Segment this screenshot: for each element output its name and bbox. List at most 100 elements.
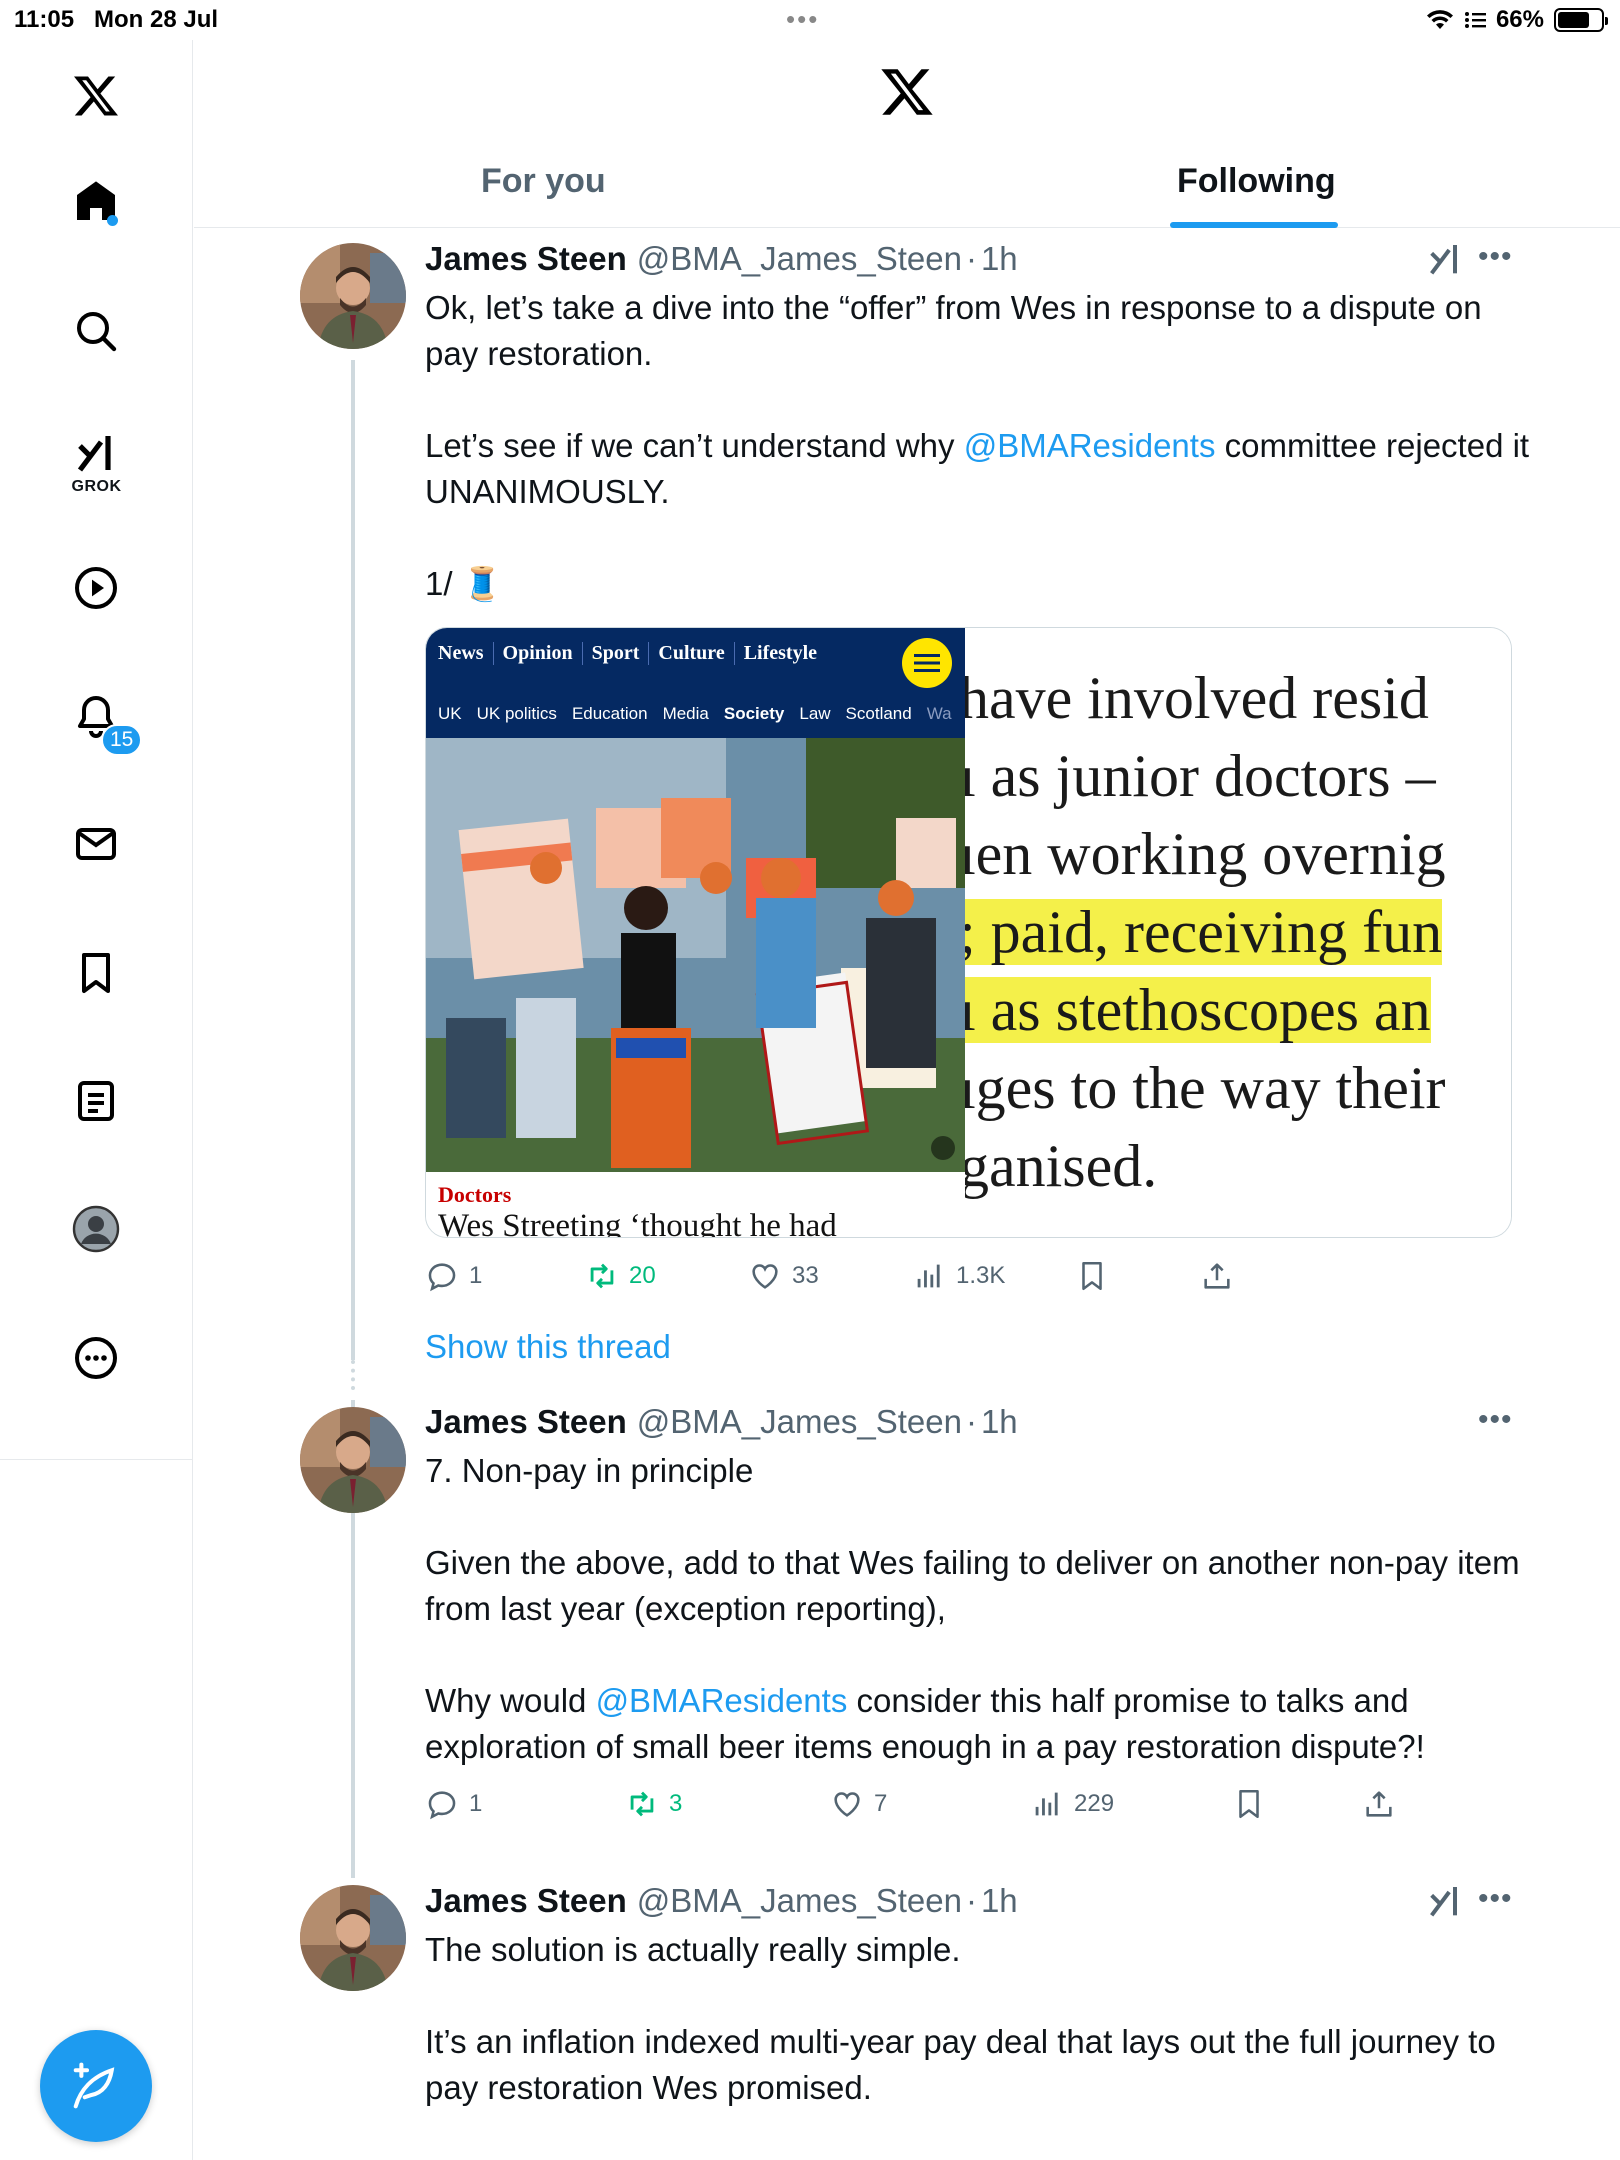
views-button[interactable]: 1.3K xyxy=(912,1259,1005,1293)
dot-separator: · xyxy=(965,240,977,277)
share-icon xyxy=(1204,1263,1230,1289)
play-icon xyxy=(75,567,117,609)
subnav-text: Society xyxy=(723,704,785,723)
avatar[interactable] xyxy=(300,243,406,349)
grok-label: GROK xyxy=(71,478,122,495)
like-button[interactable]: 33 xyxy=(748,1259,819,1293)
nav-text: News xyxy=(438,642,494,665)
bookmark-icon xyxy=(82,953,110,993)
nav-home[interactable] xyxy=(60,166,132,238)
tweet-text-fragment: Why would xyxy=(425,1682,596,1719)
battery-icon xyxy=(1554,8,1608,32)
bookmark-icon xyxy=(1239,1789,1259,1819)
guardian-nav-bar: News Opinion Sport Culture Lifestyle UK … xyxy=(426,628,965,738)
avatar[interactable] xyxy=(300,1885,406,1991)
nav-more[interactable] xyxy=(60,1322,132,1394)
media-attachment[interactable]: News Opinion Sport Culture Lifestyle UK … xyxy=(425,627,1512,1238)
like-count: 7 xyxy=(874,1790,888,1817)
mention-link[interactable]: @BMAResidents xyxy=(596,1682,848,1719)
subnav-text: Wa xyxy=(926,704,952,723)
tweet-paragraph: Why would @BMAResidents consider this ha… xyxy=(425,1678,1535,1770)
author-name[interactable]: James Steen xyxy=(425,1403,627,1441)
protest-photo xyxy=(426,738,965,1172)
quote-line: have involved resid xyxy=(965,665,1429,731)
sidebar: GROK 15 xyxy=(0,40,193,2160)
grok-icon xyxy=(77,436,111,472)
thread-connector xyxy=(351,360,355,1360)
article-headline: Wes Streeting ‘thought he had xyxy=(438,1208,837,1238)
author-name[interactable]: James Steen xyxy=(425,240,627,278)
views-button[interactable]: 229 xyxy=(1030,1787,1114,1821)
bookmark-icon xyxy=(1082,1261,1102,1291)
dot-separator: · xyxy=(965,1882,977,1919)
mention-link[interactable]: @BMAResidents xyxy=(964,427,1216,464)
nav-messages[interactable] xyxy=(60,808,132,880)
avatar[interactable] xyxy=(300,1407,406,1513)
repost-count: 20 xyxy=(629,1262,656,1289)
share-button[interactable] xyxy=(1362,1787,1396,1821)
quote-line: ıges to the way their xyxy=(965,1055,1446,1121)
thread-connector xyxy=(351,1513,355,1878)
tweet-paragraph: 7. Non-pay in principle xyxy=(425,1452,754,1489)
nav-bookmarks[interactable] xyxy=(60,937,132,1009)
like-button[interactable]: 7 xyxy=(830,1787,887,1821)
dot-separator: · xyxy=(965,1403,977,1440)
tab-for-you[interactable]: For you xyxy=(481,162,606,201)
view-count: 1.3K xyxy=(956,1262,1006,1289)
heart-icon xyxy=(752,1264,778,1289)
compose-post-button[interactable] xyxy=(40,2030,152,2142)
tweet-text: Ok, let’s take a dive into the “offer” f… xyxy=(425,285,1535,607)
tweet-text: The solution is actually really simple. … xyxy=(425,1927,1535,2111)
grok-icon[interactable] xyxy=(1425,240,1465,280)
nav-lists[interactable] xyxy=(60,1065,132,1137)
repost-button[interactable]: 3 xyxy=(625,1787,682,1821)
subnav-text: Law xyxy=(799,704,831,723)
repost-button[interactable]: 20 xyxy=(585,1259,656,1293)
repost-icon xyxy=(630,1791,654,1817)
post-time[interactable]: 1h xyxy=(981,1882,1018,1920)
tweet-paragraph: The solution is actually really simple. xyxy=(425,1931,961,1968)
views-chart-icon xyxy=(1035,1792,1058,1816)
more-options-icon[interactable]: ••• xyxy=(1478,240,1513,274)
tab-following[interactable]: Following xyxy=(1177,162,1336,201)
nav-video[interactable] xyxy=(60,552,132,624)
subnav-text: Education xyxy=(571,704,648,723)
reply-button[interactable]: 1 xyxy=(425,1787,482,1821)
reply-icon xyxy=(428,1263,456,1292)
author-handle[interactable]: @BMA_James_Steen xyxy=(637,1403,962,1441)
author-name[interactable]: James Steen xyxy=(425,1882,627,1920)
nav-profile[interactable] xyxy=(60,1193,132,1265)
post-time[interactable]: 1h xyxy=(981,240,1018,278)
wifi-icon xyxy=(1426,10,1453,29)
subnav-text: Scotland xyxy=(845,704,912,723)
article-screenshot-image[interactable]: News Opinion Sport Culture Lifestyle UK … xyxy=(426,628,965,1238)
nav-search[interactable] xyxy=(60,295,132,367)
highlighted-text: ; paid, receiving fun xyxy=(965,899,1443,965)
subnav-text: UK politics xyxy=(476,704,557,723)
status-time: 11:05 xyxy=(14,6,75,33)
more-options-icon[interactable]: ••• xyxy=(1478,1882,1513,1916)
bookmark-button[interactable] xyxy=(1232,1787,1266,1821)
repost-icon xyxy=(590,1263,614,1289)
highlighted-text-image[interactable]: have involved resid ı as junior doctors … xyxy=(965,628,1511,1237)
grok-icon[interactable] xyxy=(1425,1882,1465,1922)
more-options-icon[interactable]: ••• xyxy=(1478,1403,1513,1437)
tweet-text: 7. Non-pay in principle Given the above,… xyxy=(425,1448,1535,1770)
bookmark-button[interactable] xyxy=(1075,1259,1109,1293)
share-icon xyxy=(1366,1791,1392,1817)
share-button[interactable] xyxy=(1200,1259,1234,1293)
tweet-text-fragment: Let’s see if we can’t understand why xyxy=(425,427,964,464)
tweet-paragraph: Let’s see if we can’t understand why @BM… xyxy=(425,423,1535,515)
search-icon xyxy=(77,312,117,352)
tweet-paragraph: Ok, let’s take a dive into the “offer” f… xyxy=(425,289,1482,372)
reply-button[interactable]: 1 xyxy=(425,1259,482,1293)
author-handle[interactable]: @BMA_James_Steen xyxy=(637,1882,962,1920)
show-thread-link[interactable]: Show this thread xyxy=(425,1328,671,1366)
author-handle[interactable]: @BMA_James_Steen xyxy=(637,240,962,278)
multitask-dots[interactable]: ••• xyxy=(786,4,819,35)
x-logo-icon[interactable] xyxy=(60,60,132,132)
list-icon xyxy=(1464,12,1486,28)
view-count: 229 xyxy=(1074,1790,1115,1817)
more-circle-icon xyxy=(75,1337,117,1379)
post-time[interactable]: 1h xyxy=(981,1403,1018,1441)
